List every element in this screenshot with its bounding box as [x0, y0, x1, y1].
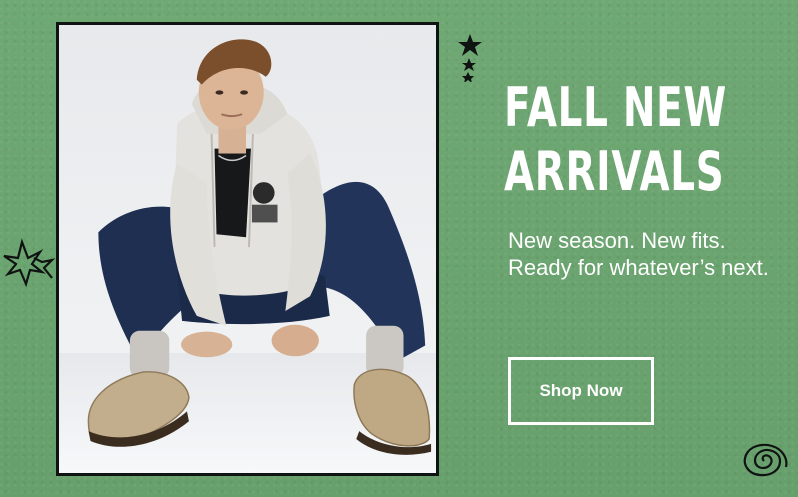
headline: FALL NEW ARRIVALS	[504, 76, 728, 204]
subheadline: New season. New fits. Ready for whatever…	[508, 228, 769, 280]
headline-line-2: ARRIVALS	[504, 140, 725, 203]
model-photo[interactable]	[56, 22, 439, 476]
promo-banner: FALL NEW ARRIVALS New season. New fits. …	[0, 0, 798, 497]
headline-line-1: FALL NEW	[504, 76, 728, 139]
model-illustration	[87, 39, 432, 455]
star-cluster-doodle-icon	[458, 34, 482, 82]
spiral-doodle-icon	[743, 443, 788, 477]
sparkle-doodle-icon	[3, 238, 56, 288]
shop-now-button[interactable]: Shop Now	[508, 357, 654, 425]
